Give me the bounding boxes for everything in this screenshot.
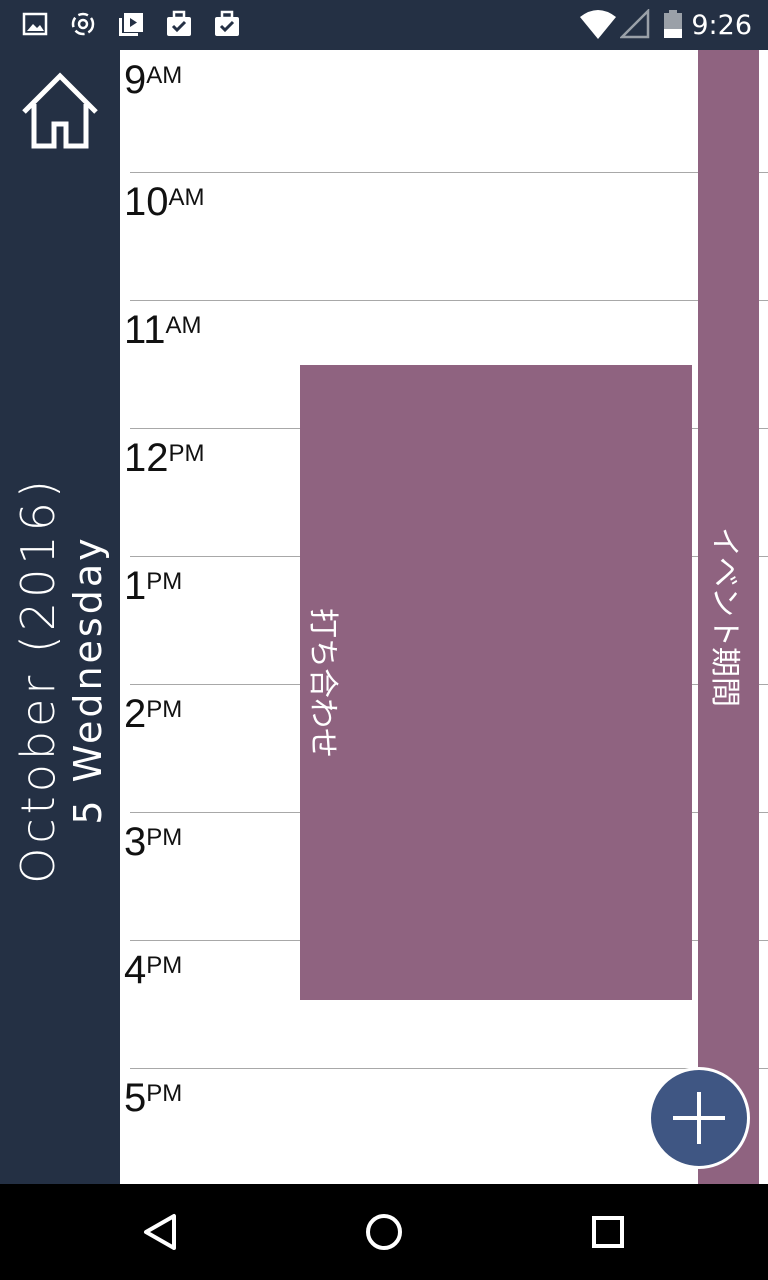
task-check-icon [164,9,194,39]
event-title: イベント期間 [707,527,742,707]
event-meeting[interactable]: 打ち合わせ [300,365,692,1000]
battery-icon [660,9,686,39]
plus-icon [673,1092,725,1144]
hour-label: 9AM [124,58,183,102]
hour-label: 12PM [124,436,205,480]
month-year-label: October (2016) [11,476,65,884]
event-period[interactable]: イベント期間 [698,50,759,1184]
hour-label: 10AM [124,180,205,224]
wifi-icon [578,9,618,39]
hour-divider [130,300,768,301]
add-event-button[interactable] [648,1067,750,1169]
hour-label: 3PM [124,820,183,864]
home-circle-icon [366,1214,402,1250]
sidebar: October (2016) 5 Wednesday [0,50,120,1184]
video-library-icon [116,9,146,39]
hour-label: 11AM [124,308,202,352]
status-bar: 9:26 [0,0,768,50]
signal-icon [618,7,650,39]
back-button[interactable] [136,1208,184,1256]
hour-label: 1PM [124,564,183,608]
hour-label: 5PM [124,1076,183,1120]
task-check-icon [212,9,242,39]
navigation-bar [0,1184,768,1280]
back-icon [144,1214,176,1250]
recents-button[interactable] [584,1208,632,1256]
event-title: 打ち合わせ [305,608,340,758]
status-time: 9:26 [691,10,752,41]
recents-icon [592,1216,624,1248]
home-button[interactable] [18,68,102,152]
home-nav-button[interactable] [360,1208,408,1256]
hour-divider [130,1068,768,1069]
hour-divider [130,172,768,173]
home-icon [22,72,98,149]
day-label: 5 Wednesday [66,535,110,825]
hour-label: 2PM [124,692,183,736]
image-icon [20,9,50,39]
date-display: October (2016) 5 Wednesday [10,476,110,884]
day-timeline[interactable]: 9AM 10AM 11AM 12PM 1PM 2PM 3PM 4PM 5PM 打… [120,50,768,1184]
sync-icon [68,9,98,39]
hour-label: 4PM [124,948,183,992]
